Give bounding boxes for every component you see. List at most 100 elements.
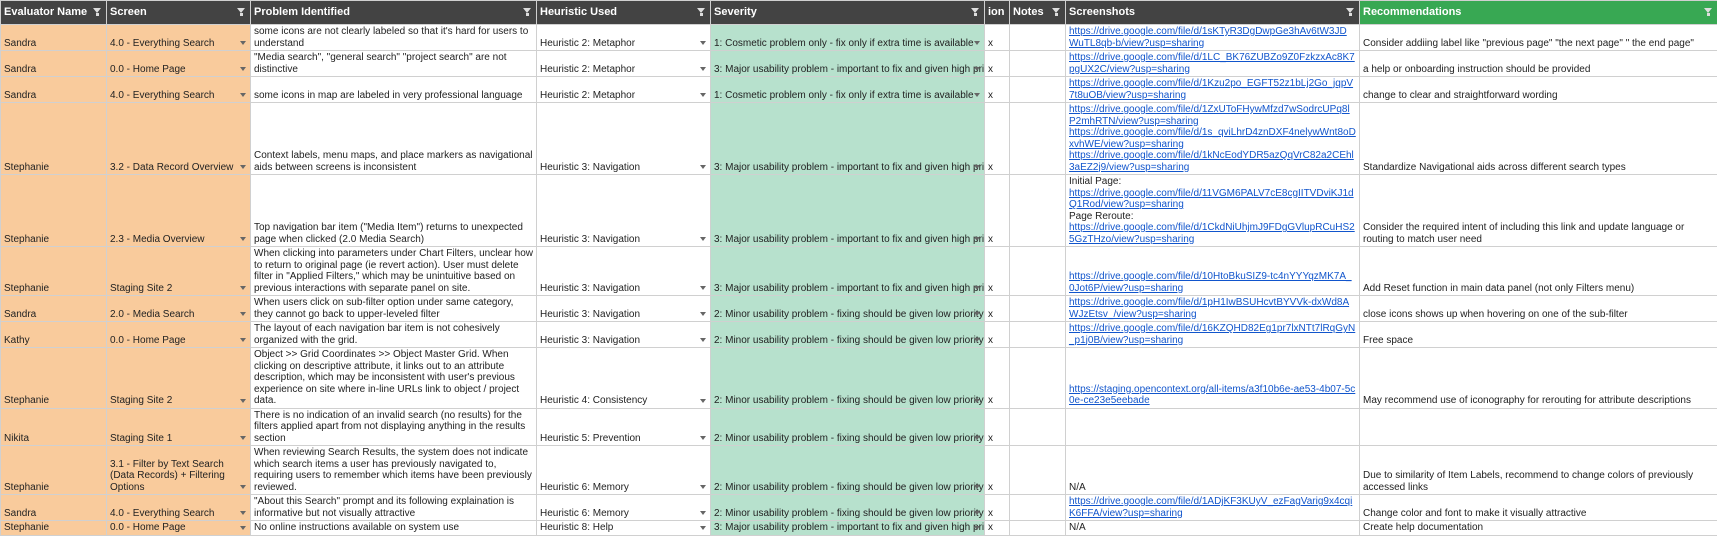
notes-cell[interactable]: [1010, 51, 1066, 77]
severity-cell[interactable]: 2: Minor usability problem - fixing shou…: [711, 495, 985, 521]
problem-cell[interactable]: some icons are not clearly labeled so th…: [251, 25, 537, 51]
screenshots-cell[interactable]: https://staging.opencontext.org/all-item…: [1066, 348, 1360, 409]
heuristic-cell[interactable]: Heuristic 2: Metaphor: [537, 51, 711, 77]
problem-cell[interactable]: Top navigation bar item ("Media Item") r…: [251, 175, 537, 247]
screenshot-link[interactable]: https://drive.google.com/file/d/1s_qviLh…: [1069, 127, 1356, 150]
evaluator-cell[interactable]: Stephanie: [1, 348, 107, 409]
screenshot-link[interactable]: https://drive.google.com/file/d/1ZxUToFH…: [1069, 104, 1356, 127]
heuristic-cell[interactable]: Heuristic 6: Memory: [537, 446, 711, 495]
header-severity[interactable]: Severity: [711, 1, 985, 25]
heuristic-cell[interactable]: Heuristic 4: Consistency: [537, 348, 711, 409]
screenshot-link[interactable]: https://drive.google.com/file/d/1pH1IwBS…: [1069, 297, 1356, 320]
notes-cell[interactable]: [1010, 296, 1066, 322]
chevron-down-icon[interactable]: [240, 485, 246, 489]
ion-cell[interactable]: x: [985, 446, 1010, 495]
screen-cell[interactable]: 0.0 - Home Page: [107, 322, 251, 348]
screenshot-link[interactable]: https://staging.opencontext.org/all-item…: [1069, 384, 1356, 407]
problem-cell[interactable]: When clicking into parameters under Char…: [251, 247, 537, 296]
ion-cell[interactable]: x: [985, 495, 1010, 521]
evaluator-cell[interactable]: Sandra: [1, 51, 107, 77]
chevron-down-icon[interactable]: [240, 67, 246, 71]
header-screen[interactable]: Screen: [107, 1, 251, 25]
chevron-down-icon[interactable]: [240, 165, 246, 169]
chevron-down-icon[interactable]: [974, 485, 980, 489]
chevron-down-icon[interactable]: [974, 237, 980, 241]
evaluator-cell[interactable]: Stephanie: [1, 175, 107, 247]
chevron-down-icon[interactable]: [700, 93, 706, 97]
chevron-down-icon[interactable]: [974, 286, 980, 290]
chevron-down-icon[interactable]: [240, 41, 246, 45]
notes-cell[interactable]: [1010, 25, 1066, 51]
chevron-down-icon[interactable]: [240, 436, 246, 440]
evaluator-cell[interactable]: Sandra: [1, 25, 107, 51]
header-notes[interactable]: Notes: [1010, 1, 1066, 25]
screen-cell[interactable]: 2.3 - Media Overview: [107, 175, 251, 247]
heuristic-cell[interactable]: Heuristic 3: Navigation: [537, 247, 711, 296]
screenshots-cell[interactable]: https://drive.google.com/file/d/1Kzu2po_…: [1066, 77, 1360, 103]
recommendation-cell[interactable]: Add Reset function in main data panel (n…: [1360, 247, 1717, 296]
heuristic-cell[interactable]: Heuristic 6: Memory: [537, 495, 711, 521]
evaluator-cell[interactable]: Sandra: [1, 296, 107, 322]
ion-cell[interactable]: x: [985, 296, 1010, 322]
screenshots-cell[interactable]: https://drive.google.com/file/d/16KZQHD8…: [1066, 322, 1360, 348]
screenshot-link[interactable]: https://drive.google.com/file/d/1kNcEodY…: [1069, 150, 1356, 173]
severity-cell[interactable]: 2: Minor usability problem - fixing shou…: [711, 446, 985, 495]
screen-cell[interactable]: 3.1 - Filter by Text Search (Data Record…: [107, 446, 251, 495]
screen-cell[interactable]: Staging Site 2: [107, 348, 251, 409]
severity-cell[interactable]: 1: Cosmetic problem only - fix only if e…: [711, 25, 985, 51]
severity-cell[interactable]: 2: Minor usability problem - fixing shou…: [711, 408, 985, 446]
filter-icon[interactable]: [1704, 7, 1713, 16]
chevron-down-icon[interactable]: [974, 526, 980, 530]
severity-cell[interactable]: 3: Major usability problem - important t…: [711, 247, 985, 296]
notes-cell[interactable]: [1010, 77, 1066, 103]
severity-cell[interactable]: 2: Minor usability problem - fixing shou…: [711, 322, 985, 348]
evaluator-cell[interactable]: Nikita: [1, 408, 107, 446]
screenshot-link[interactable]: https://drive.google.com/file/d/11VGM6PA…: [1069, 188, 1356, 211]
heuristic-cell[interactable]: Heuristic 2: Metaphor: [537, 25, 711, 51]
recommendation-cell[interactable]: change to clear and straightforward word…: [1360, 77, 1717, 103]
recommendation-cell[interactable]: Change color and font to make it visuall…: [1360, 495, 1717, 521]
chevron-down-icon[interactable]: [700, 436, 706, 440]
severity-cell[interactable]: 3: Major usability problem - important t…: [711, 175, 985, 247]
notes-cell[interactable]: [1010, 247, 1066, 296]
screen-cell[interactable]: Staging Site 2: [107, 247, 251, 296]
screenshots-cell[interactable]: https://drive.google.com/file/d/1pH1IwBS…: [1066, 296, 1360, 322]
header-screenshots[interactable]: Screenshots: [1066, 1, 1360, 25]
severity-cell[interactable]: 1: Cosmetic problem only - fix only if e…: [711, 77, 985, 103]
chevron-down-icon[interactable]: [974, 399, 980, 403]
evaluator-cell[interactable]: Sandra: [1, 77, 107, 103]
screenshots-cell[interactable]: https://drive.google.com/file/d/1sKTyR3D…: [1066, 25, 1360, 51]
problem-cell[interactable]: Object >> Grid Coordinates >> Object Mas…: [251, 348, 537, 409]
screen-cell[interactable]: 3.2 - Data Record Overview: [107, 103, 251, 175]
chevron-down-icon[interactable]: [700, 511, 706, 515]
filter-icon[interactable]: [237, 7, 246, 16]
screen-cell[interactable]: 4.0 - Everything Search: [107, 25, 251, 51]
problem-cell[interactable]: some icons in map are labeled in very pr…: [251, 77, 537, 103]
severity-cell[interactable]: 2: Minor usability problem - fixing shou…: [711, 348, 985, 409]
chevron-down-icon[interactable]: [700, 41, 706, 45]
header-recommendations[interactable]: Recommendations: [1360, 1, 1717, 25]
recommendation-cell[interactable]: Due to similarity of Item Labels, recomm…: [1360, 446, 1717, 495]
screenshot-link[interactable]: https://drive.google.com/file/d/1CkdNiUh…: [1069, 222, 1356, 245]
ion-cell[interactable]: x: [985, 103, 1010, 175]
chevron-down-icon[interactable]: [700, 399, 706, 403]
evaluator-cell[interactable]: Stephanie: [1, 103, 107, 175]
screenshots-cell[interactable]: [1066, 408, 1360, 446]
problem-cell[interactable]: When reviewing Search Results, the syste…: [251, 446, 537, 495]
heuristic-cell[interactable]: Heuristic 5: Prevention: [537, 408, 711, 446]
evaluator-cell[interactable]: Kathy: [1, 322, 107, 348]
screen-cell[interactable]: 4.0 - Everything Search: [107, 77, 251, 103]
filter-icon[interactable]: [697, 7, 706, 16]
recommendation-cell[interactable]: [1360, 408, 1717, 446]
chevron-down-icon[interactable]: [700, 312, 706, 316]
evaluator-cell[interactable]: Stephanie: [1, 446, 107, 495]
recommendation-cell[interactable]: Free space: [1360, 322, 1717, 348]
screenshot-link[interactable]: https://drive.google.com/file/d/1ADjKF3K…: [1069, 496, 1356, 519]
chevron-down-icon[interactable]: [974, 338, 980, 342]
chevron-down-icon[interactable]: [700, 237, 706, 241]
chevron-down-icon[interactable]: [240, 312, 246, 316]
chevron-down-icon[interactable]: [240, 93, 246, 97]
filter-icon[interactable]: [971, 7, 980, 16]
severity-cell[interactable]: 2: Minor usability problem - fixing shou…: [711, 296, 985, 322]
recommendation-cell[interactable]: Standardize Navigational aids across dif…: [1360, 103, 1717, 175]
